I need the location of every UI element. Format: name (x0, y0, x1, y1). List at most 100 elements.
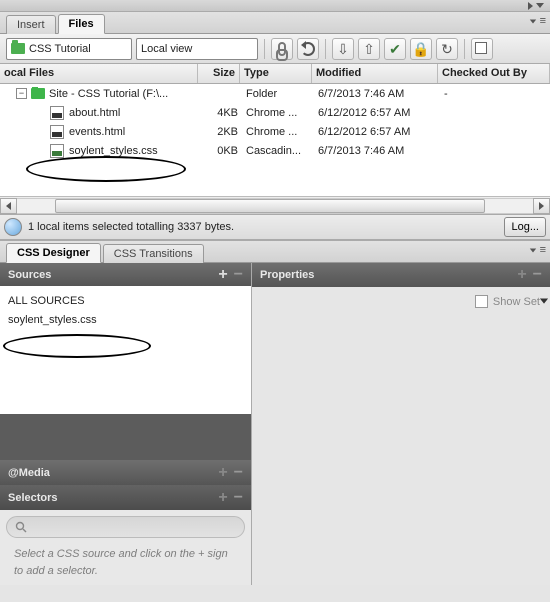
css-right-pane: Properties +− Show Set (252, 263, 550, 585)
file-size: 4KB (200, 106, 242, 120)
link-icon (278, 42, 286, 56)
tab-css-transitions[interactable]: CSS Transitions (103, 244, 204, 263)
file-size: 0KB (200, 144, 242, 158)
horizontal-scrollbar[interactable] (0, 196, 550, 214)
log-button[interactable]: Log... (504, 217, 546, 237)
checkbox-icon[interactable] (475, 295, 488, 308)
file-modified: 6/12/2012 6:57 AM (314, 106, 440, 120)
sources-all[interactable]: ALL SOURCES (8, 292, 243, 311)
media-title: @Media (8, 467, 50, 479)
sources-list: ALL SOURCES soylent_styles.css (0, 286, 251, 414)
expand-icon (477, 44, 487, 54)
panel-options-icon[interactable]: ≡ (540, 15, 546, 27)
add-selector-button[interactable]: + (218, 489, 227, 507)
file-row[interactable]: events.html 2KB Chrome ... 6/12/2012 6:5… (0, 122, 550, 141)
sources-file[interactable]: soylent_styles.css (8, 311, 243, 330)
file-row-selected[interactable]: soylent_styles.css 0KB Cascadin... 6/7/2… (0, 141, 550, 160)
media-header[interactable]: @Media +− (0, 460, 251, 485)
css-designer-panel: Sources +− ALL SOURCES soylent_styles.cs… (0, 263, 550, 585)
panel-options-icon[interactable]: ≡ (540, 244, 546, 256)
selectors-header[interactable]: Selectors +− (0, 485, 251, 510)
css-left-pane: Sources +− ALL SOURCES soylent_styles.cs… (0, 263, 252, 585)
panel-collapse-strip[interactable] (0, 0, 550, 12)
column-checked-out[interactable]: Checked Out By (438, 64, 550, 83)
collapse-toggle[interactable]: − (16, 88, 27, 99)
sync-icon: ↻ (441, 42, 453, 56)
file-modified: 6/7/2013 7:46 AM (314, 87, 440, 101)
panel-menu-icon[interactable] (529, 19, 535, 23)
html-file-icon (50, 106, 64, 120)
add-property-button[interactable]: + (517, 266, 526, 284)
files-toolbar: CSS Tutorial Local view ⇩ ⇧ ✔ 🔒 ↻ (0, 34, 550, 64)
sources-header: Sources +− (0, 263, 251, 286)
selectors-body: Select a CSS source and click on the + s… (0, 510, 251, 585)
sync-button[interactable]: ↻ (436, 38, 458, 60)
selectors-title: Selectors (8, 492, 58, 504)
show-set-toggle[interactable]: Show Set (262, 295, 540, 308)
chevron-right-icon (528, 2, 533, 10)
show-set-label: Show Set (493, 296, 540, 308)
remove-media-button[interactable]: − (234, 464, 243, 482)
arrow-up-icon: ⇧ (363, 42, 375, 56)
lock-icon: 🔒 (412, 42, 429, 56)
chevron-right-icon (539, 202, 544, 210)
view-dropdown[interactable]: Local view (136, 38, 258, 60)
file-name: events.html (69, 126, 125, 138)
refresh-button[interactable] (297, 38, 319, 60)
folder-icon (11, 43, 25, 54)
disc-icon (4, 218, 22, 236)
file-row-root[interactable]: − Site - CSS Tutorial (F:\... Folder 6/7/… (0, 84, 550, 103)
file-modified: 6/7/2013 7:46 AM (314, 144, 440, 158)
refresh-icon (301, 42, 315, 56)
add-source-button[interactable]: + (218, 266, 227, 284)
scroll-left-button[interactable] (0, 198, 17, 214)
sources-title: Sources (8, 269, 51, 281)
status-bar: 1 local items selected totalling 3337 by… (0, 215, 550, 241)
scroll-thumb[interactable] (55, 199, 485, 213)
file-name: about.html (69, 107, 120, 119)
scroll-right-button[interactable] (533, 198, 550, 214)
file-checked: - (440, 87, 550, 101)
column-name[interactable]: ocal Files (0, 64, 198, 83)
arrow-down-icon: ⇩ (337, 42, 349, 56)
file-type: Chrome ... (242, 125, 314, 139)
selector-search[interactable] (6, 516, 245, 538)
css-file-icon (50, 144, 64, 158)
put-button[interactable]: ⇧ (358, 38, 380, 60)
checkout-button[interactable]: ✔ (384, 38, 406, 60)
chevron-down-icon (536, 3, 544, 8)
chevron-left-icon (6, 202, 11, 210)
file-name: Site - CSS Tutorial (F:\... (49, 88, 168, 100)
column-size[interactable]: Size (198, 64, 240, 83)
scroll-track[interactable] (17, 198, 533, 214)
connect-button[interactable] (271, 38, 293, 60)
tab-insert[interactable]: Insert (6, 15, 56, 34)
get-button[interactable]: ⇩ (332, 38, 354, 60)
panel-menu-icon[interactable] (529, 248, 535, 252)
panel-tabs-files: Insert Files ≡ (0, 12, 550, 34)
remove-selector-button[interactable]: − (234, 489, 243, 507)
file-list-header: ocal Files Size Type Modified Checked Ou… (0, 64, 550, 84)
panel-tabs-css: CSS Designer CSS Transitions ≡ (0, 241, 550, 263)
expand-button[interactable] (471, 38, 493, 60)
view-dropdown-label: Local view (141, 43, 206, 55)
file-row[interactable]: about.html 4KB Chrome ... 6/12/2012 6:57… (0, 103, 550, 122)
file-type: Chrome ... (242, 106, 314, 120)
selectors-hint: Select a CSS source and click on the + s… (6, 538, 245, 579)
checkin-button[interactable]: 🔒 (410, 38, 432, 60)
file-list: ocal Files Size Type Modified Checked Ou… (0, 64, 550, 215)
file-type: Cascadin... (242, 144, 314, 158)
remove-source-button[interactable]: − (234, 266, 243, 284)
site-dropdown[interactable]: CSS Tutorial (6, 38, 132, 60)
tab-files[interactable]: Files (58, 14, 105, 34)
site-dropdown-label: CSS Tutorial (29, 43, 105, 55)
remove-property-button[interactable]: − (533, 266, 542, 284)
file-type: Folder (242, 87, 314, 101)
html-file-icon (50, 125, 64, 139)
add-media-button[interactable]: + (218, 464, 227, 482)
tab-css-designer[interactable]: CSS Designer (6, 243, 101, 263)
column-type[interactable]: Type (240, 64, 312, 83)
status-text: 1 local items selected totalling 3337 by… (28, 221, 234, 233)
checkout-icon: ✔ (389, 42, 401, 56)
column-modified[interactable]: Modified (312, 64, 438, 83)
